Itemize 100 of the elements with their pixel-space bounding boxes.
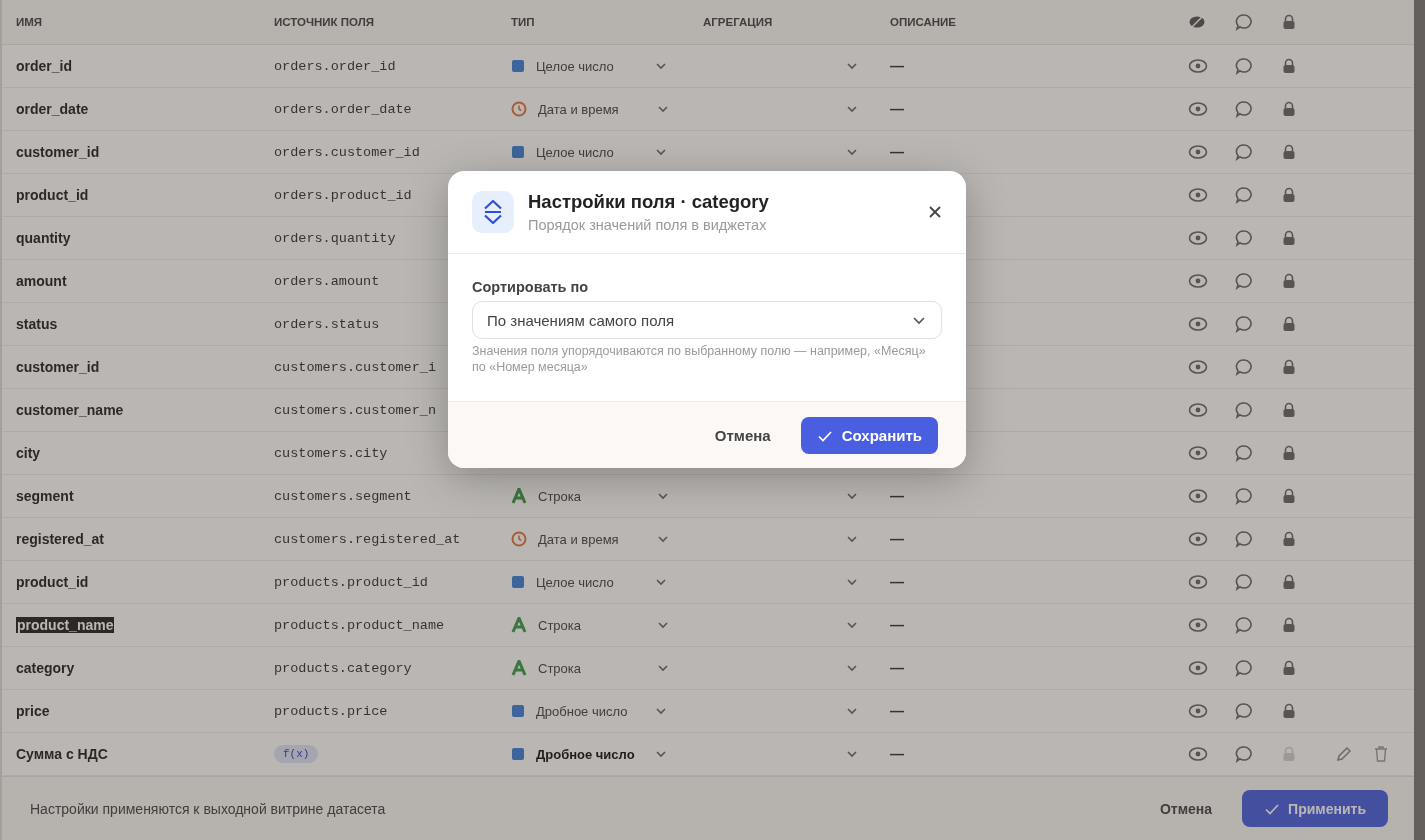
comment-icon[interactable] <box>1235 573 1253 591</box>
field-source: orders.quantity <box>274 230 396 246</box>
scrollbar[interactable] <box>1414 0 1425 840</box>
eye-icon[interactable] <box>1188 617 1208 633</box>
comment-icon[interactable] <box>1235 229 1253 247</box>
save-button[interactable]: Сохранить <box>800 417 938 454</box>
eye-icon[interactable] <box>1188 144 1208 160</box>
comment-icon[interactable] <box>1235 315 1253 333</box>
lock-icon[interactable] <box>1282 230 1296 246</box>
cancel-button[interactable]: Отмена <box>1153 799 1219 818</box>
field-source: customers.segment <box>274 488 412 504</box>
comment-icon[interactable] <box>1235 13 1253 31</box>
eye-icon[interactable] <box>1188 273 1208 289</box>
footer-note: Настройки применяются к выходной витрине датасета <box>30 800 387 817</box>
type-label: Целое число <box>536 58 615 74</box>
lock-icon[interactable] <box>1282 531 1296 547</box>
eye-icon[interactable] <box>1188 316 1208 332</box>
comment-icon[interactable] <box>1235 272 1253 290</box>
eye-icon[interactable] <box>1188 445 1208 461</box>
comment-icon[interactable] <box>1235 745 1253 763</box>
pencil-icon[interactable] <box>1335 745 1353 763</box>
comment-icon[interactable] <box>1235 444 1253 462</box>
comment-icon[interactable] <box>1235 659 1253 677</box>
eye-icon[interactable] <box>1188 101 1208 117</box>
apply-button[interactable]: Применить <box>1242 790 1388 827</box>
lock-icon[interactable] <box>1282 359 1296 375</box>
type-label: Строка <box>538 617 582 633</box>
lock-icon[interactable] <box>1282 144 1296 160</box>
comment-icon[interactable] <box>1235 100 1253 118</box>
table-row[interactable]: order_id orders.order_id Целое число — <box>2 45 1414 88</box>
lock-icon[interactable] <box>1282 316 1296 332</box>
comment-icon[interactable] <box>1235 530 1253 548</box>
field-label: Сортировать по <box>472 279 590 295</box>
hint-text: Значения поля упорядочиваются по выбранному полю — например, «Месяц» по «Номер месяца» <box>472 343 927 375</box>
lock-icon[interactable] <box>1282 703 1296 719</box>
eye-icon[interactable] <box>1188 703 1208 719</box>
number-type-icon <box>511 575 525 589</box>
field-name: customer_id <box>16 144 100 160</box>
table-row[interactable]: product_id products.product_id Целое число — <box>2 561 1414 604</box>
field-source: orders.status <box>274 316 380 332</box>
lock-icon[interactable] <box>1282 187 1296 203</box>
table-row[interactable]: product_name products.product_name Строка — <box>2 604 1414 647</box>
eye-icon[interactable] <box>1188 660 1208 676</box>
comment-icon[interactable] <box>1235 143 1253 161</box>
eye-icon[interactable] <box>1188 58 1208 74</box>
eye-icon[interactable] <box>1188 746 1208 762</box>
type-label: Целое число <box>536 574 615 590</box>
comment-icon[interactable] <box>1235 487 1253 505</box>
field-description: — <box>890 746 904 762</box>
lock-icon[interactable] <box>1282 101 1296 117</box>
dialog-subtitle: Порядок значений поля в виджетах <box>528 217 768 233</box>
table-row[interactable]: order_date orders.order_date Дата и время — <box>2 88 1414 131</box>
field-source: products.product_id <box>274 574 428 590</box>
lock-icon[interactable] <box>1282 402 1296 418</box>
eye-icon[interactable] <box>1188 359 1208 375</box>
column-header: ОПИСАНИЕ <box>890 16 957 28</box>
type-label: Дробное число <box>536 703 629 719</box>
comment-icon[interactable] <box>1235 186 1253 204</box>
column-header: ТИП <box>511 16 535 28</box>
sort-select[interactable]: По значениям самого поля <box>472 301 942 339</box>
lock-icon[interactable] <box>1282 574 1296 590</box>
comment-icon[interactable] <box>1235 57 1253 75</box>
lock-icon[interactable] <box>1282 488 1296 504</box>
table-row[interactable]: segment customers.segment Строка — <box>2 475 1414 518</box>
lock-icon[interactable] <box>1282 14 1296 30</box>
lock-icon[interactable] <box>1282 58 1296 74</box>
type-label: Дата и время <box>538 101 620 117</box>
lock-icon[interactable] <box>1282 660 1296 676</box>
field-name: registered_at <box>16 531 104 547</box>
type-label: Строка <box>538 660 582 676</box>
lock-icon[interactable] <box>1282 617 1296 633</box>
eye-icon[interactable] <box>1188 488 1208 504</box>
field-name: order_date <box>16 101 89 117</box>
lock-icon[interactable] <box>1282 445 1296 461</box>
number-type-icon <box>511 145 525 159</box>
comment-icon[interactable] <box>1235 401 1253 419</box>
field-source: orders.product_id <box>274 187 412 203</box>
eye-icon[interactable] <box>1188 531 1208 547</box>
eye-icon[interactable] <box>1188 230 1208 246</box>
trash-icon[interactable] <box>1373 745 1389 763</box>
field-source: customers.customer_i <box>274 359 437 375</box>
field-source: customers.registered_at <box>274 531 461 547</box>
lock-icon[interactable] <box>1282 273 1296 289</box>
clock-icon <box>511 531 527 547</box>
number-type-icon <box>511 704 525 718</box>
type-label: Дата и время <box>538 531 620 547</box>
string-type-icon <box>511 617 527 633</box>
eye-icon[interactable] <box>1188 402 1208 418</box>
field-description: — <box>890 531 904 547</box>
table-row[interactable]: price products.price Дробное число — <box>2 690 1414 733</box>
comment-icon[interactable] <box>1235 702 1253 720</box>
eye-icon[interactable] <box>1188 187 1208 203</box>
table-row[interactable]: category products.category Строка — <box>2 647 1414 690</box>
eye-icon[interactable] <box>1188 574 1208 590</box>
table-row[interactable]: registered_at customers.registered_at Дата и время — <box>2 518 1414 561</box>
comment-icon[interactable] <box>1235 358 1253 376</box>
field-source: customers.city <box>274 445 388 461</box>
dialog-title: Настройки поля · category <box>528 191 770 213</box>
field-name: category <box>16 660 75 676</box>
comment-icon[interactable] <box>1235 616 1253 634</box>
